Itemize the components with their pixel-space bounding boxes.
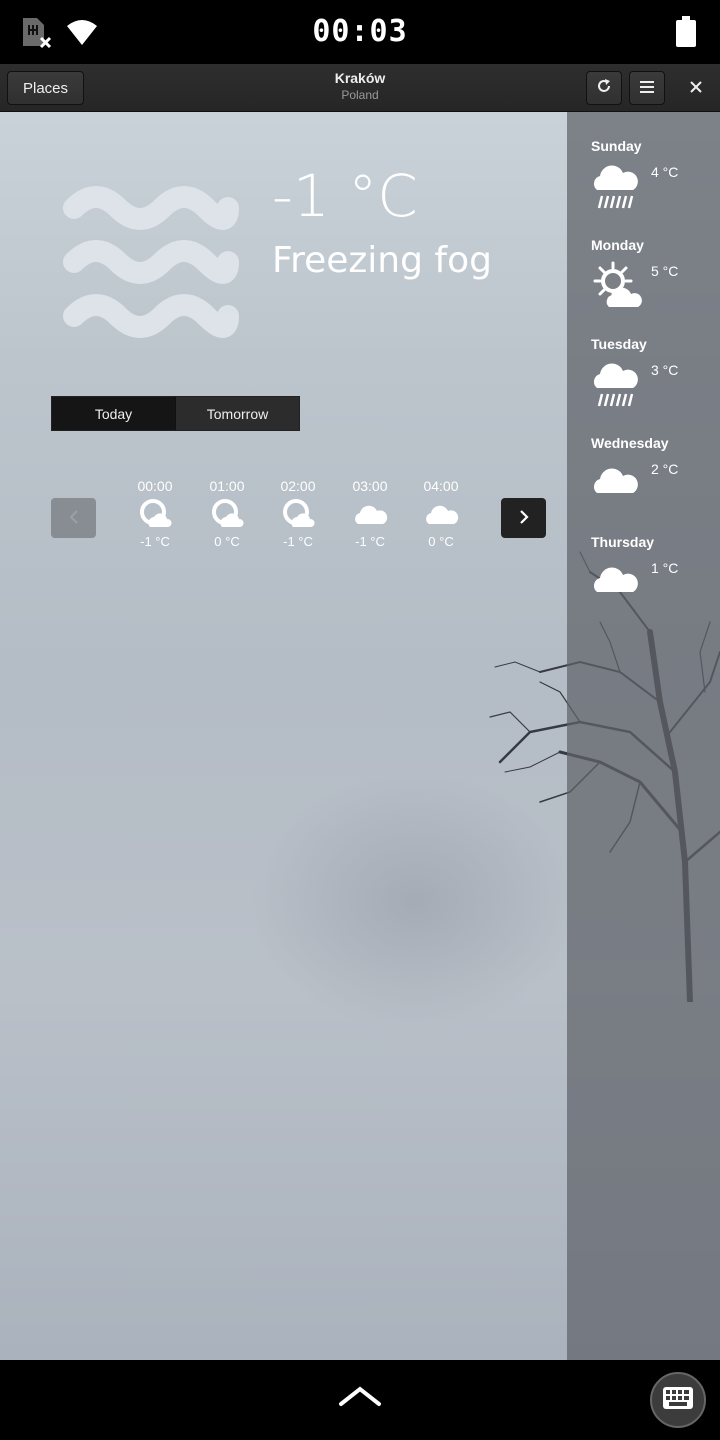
rain-icon (591, 358, 643, 414)
tab-tomorrow[interactable]: Tomorrow (175, 397, 299, 430)
status-bar: 00:03 (0, 0, 720, 64)
header-bar: Places Kraków Poland (0, 64, 720, 112)
hour-temp: 0 °C (214, 534, 240, 549)
keyboard-icon (663, 1387, 693, 1413)
forecast-temp: 5 °C (651, 263, 679, 279)
forecast-day-name: Tuesday (591, 336, 647, 352)
hour-time: 03:00 (352, 478, 388, 494)
current-temperature: -1 °C (272, 162, 418, 230)
forecast-temp: 3 °C (651, 362, 679, 378)
forecast-day: Thursday 1 °C (591, 534, 716, 592)
forecast-day-name: Sunday (591, 138, 642, 154)
sun-cloud-icon (591, 259, 643, 315)
cloud-icon (591, 457, 643, 501)
close-icon (690, 79, 702, 97)
forecast-day: Monday 5 °C (591, 237, 716, 307)
cloud-icon (409, 494, 473, 534)
forecast-day-name: Wednesday (591, 435, 669, 451)
current-condition: Freezing fog (272, 240, 492, 281)
menu-icon (640, 79, 654, 97)
forecast-day: Sunday 4 °C (591, 138, 716, 209)
hourly-item: 03:00 -1 °C (338, 478, 402, 549)
chevron-up-icon[interactable] (338, 1384, 382, 1412)
cloud-icon (591, 556, 643, 600)
next-hours-button[interactable] (501, 498, 546, 538)
forecast-day-name: Thursday (591, 534, 655, 550)
keyboard-button[interactable] (650, 1372, 706, 1428)
night-clouds-icon (123, 494, 187, 534)
close-button[interactable] (676, 71, 716, 105)
forecast-day: Tuesday 3 °C (591, 336, 716, 407)
night-clouds-icon (266, 494, 330, 534)
chevron-right-icon (518, 509, 530, 528)
battery-icon (675, 16, 697, 52)
chevron-left-icon (68, 509, 80, 528)
location-title: Kraków Poland (200, 70, 520, 102)
hourly-item: 01:00 0 °C (195, 478, 259, 549)
day-switcher: Today Tomorrow (51, 396, 300, 431)
city-name: Kraków (334, 70, 386, 86)
hourly-item: 04:00 0 °C (409, 478, 473, 549)
country-name: Poland (341, 88, 379, 102)
night-clouds-icon (195, 494, 259, 534)
clock: 00:03 (312, 14, 408, 49)
forecast-day-name: Monday (591, 237, 644, 253)
hourly-item: 02:00 -1 °C (266, 478, 330, 549)
hour-temp: -1 °C (355, 534, 385, 549)
places-button[interactable]: Places (7, 71, 84, 105)
forecast-day: Wednesday 2 °C (591, 435, 716, 493)
refresh-icon (596, 78, 612, 98)
forecast-temp: 2 °C (651, 461, 679, 477)
hour-temp: -1 °C (283, 534, 313, 549)
tab-today[interactable]: Today (52, 397, 175, 430)
menu-button[interactable] (629, 71, 665, 105)
bottom-bar (0, 1360, 720, 1440)
fog-icon (60, 180, 242, 344)
hour-time: 04:00 (423, 478, 459, 494)
hour-time: 01:00 (209, 478, 245, 494)
hour-temp: 0 °C (428, 534, 454, 549)
forecast-temp: 4 °C (651, 164, 679, 180)
cloud-icon (338, 494, 402, 534)
hour-temp: -1 °C (140, 534, 170, 549)
previous-hours-button[interactable] (51, 498, 96, 538)
forecast-panel: Sunday 4 °C Monday 5 °C Tuesday 3 °C Wed… (567, 112, 720, 1360)
hour-time: 00:00 (137, 478, 173, 494)
hour-time: 02:00 (280, 478, 316, 494)
rain-icon (591, 160, 643, 216)
refresh-button[interactable] (586, 71, 622, 105)
hourly-item: 00:00 -1 °C (123, 478, 187, 549)
weather-view: -1 °C Freezing fog Today Tomorrow 00:00 … (0, 112, 720, 1360)
forecast-temp: 1 °C (651, 560, 679, 576)
